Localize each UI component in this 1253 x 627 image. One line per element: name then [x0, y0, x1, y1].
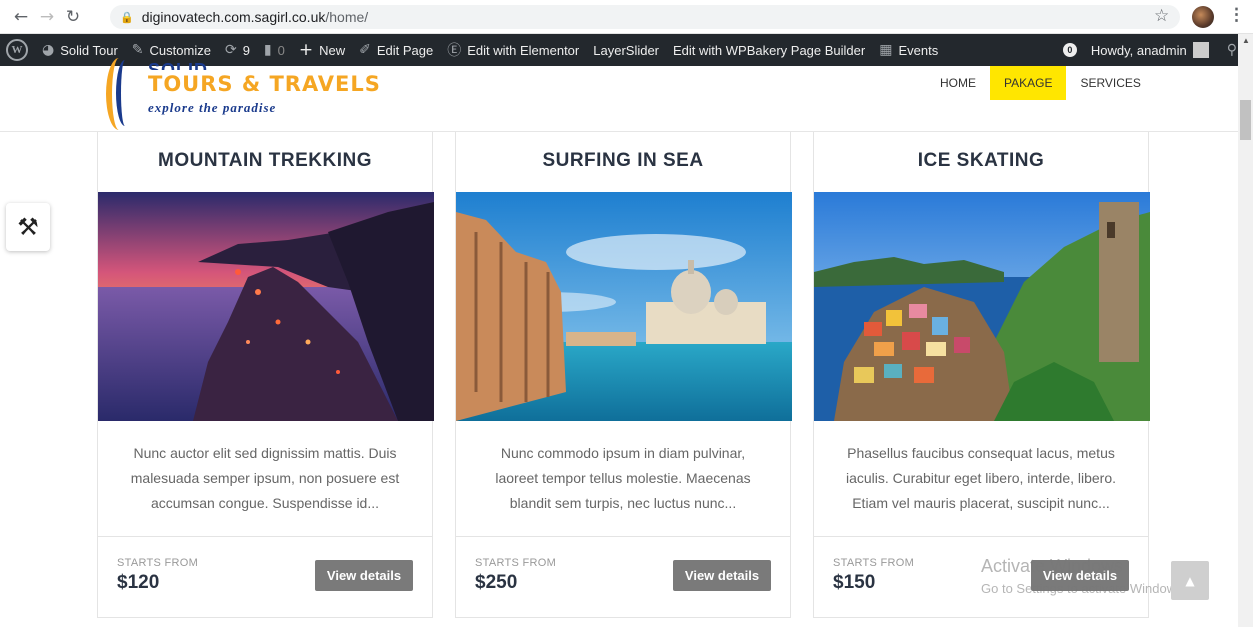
card-description: Nunc commodo ipsum in diam pulvinar, lao…	[456, 421, 790, 537]
chevron-up-icon: ▲	[1185, 573, 1195, 588]
admin-avatar[interactable]	[1192, 42, 1209, 58]
admin-edit-wpbakery[interactable]: Edit with WPBakery Page Builder	[673, 43, 865, 58]
card-image-sunset-coast[interactable]	[98, 192, 434, 421]
admin-comments[interactable]: ▮ 0	[264, 42, 285, 58]
elementor-icon: Ⓔ	[447, 43, 462, 59]
calendar-icon: ▦	[879, 42, 893, 58]
nav-home[interactable]: HOME	[926, 66, 990, 100]
plus-icon: +	[298, 40, 314, 60]
url-host: diginovatech.com.sagirl.co.uk	[141, 9, 326, 25]
card-image-venice-canal[interactable]	[456, 192, 792, 421]
price-value: $150	[833, 572, 876, 593]
brush-icon: ✎	[131, 42, 144, 58]
activate-windows-subtitle: Go to Settings to activate Windows.	[981, 581, 1187, 596]
starts-from-label: STARTS FROM	[833, 557, 915, 569]
card-footer: STARTS FROM $250 View details	[456, 537, 790, 617]
card-title[interactable]: MOUNTAIN TREKKING	[98, 132, 432, 192]
package-card: MOUNTAIN TREKKING Nunc auctor elit sed d…	[97, 132, 434, 618]
bookmark-star-icon[interactable]: ☆	[1154, 6, 1169, 26]
admin-events[interactable]: ▦ Events	[879, 42, 938, 58]
url-path: /home/	[325, 9, 369, 25]
admin-new[interactable]: + New	[299, 40, 345, 60]
updates-icon: ⟳	[224, 42, 237, 58]
brand-top-text: SOLID	[148, 60, 209, 70]
view-details-button[interactable]: View details	[315, 560, 413, 591]
forward-arrow-icon[interactable]: →	[34, 4, 60, 30]
card-description: Nunc auctor elit sed dignissim mattis. D…	[98, 421, 432, 537]
card-footer: STARTS FROM $120 View details	[98, 537, 432, 617]
site-tagline: explore the paradise	[148, 100, 277, 115]
back-to-top-button[interactable]: ▲	[1171, 561, 1209, 600]
menu-kebab-icon[interactable]: ⋮	[1228, 5, 1245, 25]
admin-edit-elementor[interactable]: Ⓔ Edit with Elementor	[447, 40, 579, 60]
tools-hammer-wrench-icon[interactable]: ⚒	[6, 203, 50, 251]
search-icon[interactable]: ⚲	[1227, 42, 1237, 58]
package-card: ICE SKATING Phasellus faucibus consequat…	[813, 132, 1150, 618]
card-image-cliff-village[interactable]	[814, 192, 1150, 421]
price-value: $120	[117, 572, 160, 593]
starts-from-label: STARTS FROM	[117, 557, 199, 569]
logo-swoosh-inner-icon	[116, 60, 134, 126]
admin-customize[interactable]: ✎ Customize	[132, 42, 211, 58]
package-card: SURFING IN SEA Nunc commodo ipsum in dia…	[455, 132, 792, 618]
card-title[interactable]: SURFING IN SEA	[456, 132, 790, 192]
admin-edit-page[interactable]: ✐ Edit Page	[359, 42, 433, 58]
site-logo-text[interactable]: TOURS & TRAVELS	[148, 72, 381, 96]
price-value: $250	[475, 572, 518, 593]
card-description: Phasellus faucibus consequat lacus, metu…	[814, 421, 1148, 537]
page-scrollbar[interactable]: ▲	[1238, 34, 1253, 627]
admin-updates[interactable]: ⟳ 9	[225, 42, 250, 58]
admin-site-name[interactable]: ◕ Solid Tour	[42, 42, 118, 58]
browser-toolbar: ← → ↻ 🔒 diginovatech.com.sagirl.co.uk/ho…	[0, 0, 1253, 34]
dashboard-icon: ◕	[42, 42, 55, 58]
comment-icon: ▮	[263, 42, 272, 58]
card-title[interactable]: ICE SKATING	[814, 132, 1148, 192]
reload-icon[interactable]: ↻	[60, 4, 86, 30]
admin-layerslider[interactable]: LayerSlider	[593, 43, 659, 58]
wordpress-logo-icon[interactable]: W	[6, 39, 28, 61]
site-header: SOLID TOURS & TRAVELS explore the paradi…	[0, 58, 1238, 132]
card-footer: STARTS FROM $150 View details	[814, 537, 1148, 617]
nav-pakage[interactable]: PAKAGE	[990, 66, 1067, 100]
pencil-icon: ✐	[359, 42, 371, 58]
activate-windows-title: Activate Windows	[981, 556, 1124, 576]
back-arrow-icon[interactable]: ←	[8, 4, 34, 30]
lock-icon: 🔒	[120, 11, 134, 24]
view-details-button[interactable]: View details	[673, 560, 771, 591]
nav-services[interactable]: SERVICES	[1066, 66, 1154, 100]
admin-howdy[interactable]: Howdy, anadmin	[1091, 43, 1187, 58]
notification-badge[interactable]: 0	[1062, 43, 1077, 57]
scrollbar-thumb[interactable]	[1240, 100, 1251, 140]
address-bar[interactable]: 🔒 diginovatech.com.sagirl.co.uk/home/	[110, 5, 1180, 29]
main-nav: HOME PAKAGE SERVICES	[926, 66, 1155, 100]
starts-from-label: STARTS FROM	[475, 557, 557, 569]
profile-avatar[interactable]	[1192, 6, 1214, 28]
scroll-up-arrow-icon[interactable]: ▲	[1242, 36, 1250, 45]
